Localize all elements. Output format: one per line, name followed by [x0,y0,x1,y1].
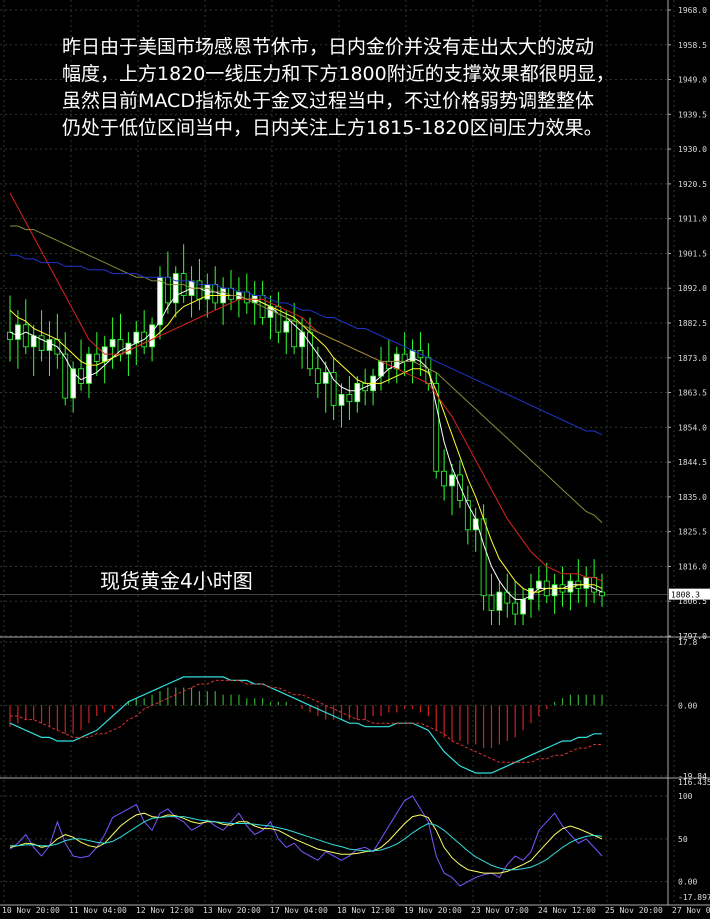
y-tick-label: 1892.0 [678,284,707,293]
candle-body [551,584,558,597]
candle-body [441,470,448,487]
candle-body [164,276,171,304]
candle-body [283,320,290,333]
commentary-text: 昨日由于美国市场感恩节休市，日内金价并没有走出太大的波动 幅度，上方1820一线… [62,34,662,142]
commentary-line: 昨日由于美国市场感恩节休市，日内金价并没有走出太大的波动 [62,36,595,58]
candle-body [212,284,219,304]
y-tick-label: 1920.5 [678,180,707,189]
candle-body [243,291,250,304]
candle-body [149,324,155,348]
y-tick-label: 1816.0 [678,562,707,571]
y-tick-label: 1968.0 [678,6,707,15]
candle-body [22,324,29,348]
y-tick-label: 1911.0 [678,215,707,224]
y-tick-label: 50 [678,835,688,844]
y-tick-label: 1844.5 [678,458,707,467]
x-tick-label: 10 Nov 20:00 [2,906,60,915]
y-tick-label: 1930.0 [678,145,707,154]
candle-body [567,580,574,593]
candle-body [322,372,329,384]
candle-body [512,602,519,615]
candle-body [338,393,345,406]
current-price-label: 1808.3 [671,591,700,600]
candle-body [78,368,84,384]
x-tick-label: 23 Nov 07:00 [471,906,529,915]
y-tick-label: 1882.5 [678,319,707,328]
candle-body [125,342,132,355]
x-tick-label: 12 Nov 12:00 [136,906,194,915]
candle-body [449,474,455,487]
candle-body [46,339,53,351]
y-tick-label: 1949.0 [678,76,707,85]
candle-body [228,287,234,300]
y-tick-label: 1863.5 [678,389,707,398]
candle-body [346,393,353,403]
candle-body [520,598,526,615]
candle-body [30,335,37,348]
commentary-line: 幅度，上方1820一线压力和下方1800附近的支撑效果都很明显， [62,63,615,85]
candle-body [488,595,495,611]
y-tick-label: 17.8 [678,638,697,647]
y-tick-label: 1901.5 [678,249,707,258]
x-tick-label: 17 Nov 04:00 [270,906,328,915]
candle-body [583,577,590,589]
y-tick-label: 1873.0 [678,354,707,363]
candle-body [14,324,21,340]
candle-body [599,591,605,597]
y-tick-label: 0.00 [678,878,697,887]
x-tick-label: 27 Nov 04:00 [672,906,710,915]
y-tick-label: 1835.0 [678,493,707,502]
candle-body [496,591,503,611]
candle-body [354,383,361,403]
x-tick-label: 18 Nov 12:00 [337,906,395,915]
candle-body [38,335,45,351]
y-tick-label: 1854.0 [678,423,707,432]
candle-body [457,474,463,501]
candle-body [314,368,321,384]
candle-body [86,353,92,384]
x-tick-label: 24 Nov 12:00 [538,906,596,915]
x-tick-label: 19 Nov 20:00 [404,906,462,915]
y-tick-label: 100 [678,792,693,801]
commentary-line: 仍处于低位区间当中，日内关注上方1815-1820区间压力效果。 [62,117,603,139]
candle-body [480,518,487,597]
y-tick-label: 0.00 [678,701,697,710]
commentary-line: 虽然目前MACD指标处于金叉过程当中，不过价格弱势调整整体 [62,90,594,112]
candle-body [109,339,116,348]
candle-body [535,580,542,589]
y-tick-label: -17.897 [678,893,710,902]
candle-body [133,331,140,344]
candle-body [93,353,100,362]
x-tick-label: 25 Nov 20:00 [605,906,663,915]
y-tick-label: 1939.5 [678,110,707,119]
candle-body [70,368,77,399]
y-tick-label: 1825.5 [678,528,707,537]
chart-caption: 现货黄金4小时图 [100,569,253,593]
y-tick-label: 1958.5 [678,41,707,50]
x-tick-label: 11 Nov 04:00 [69,906,127,915]
y-tick-label: 116.435 [678,778,710,787]
candle-body [409,350,416,362]
candle-body [307,331,313,370]
x-tick-label: 13 Nov 20:00 [203,906,261,915]
